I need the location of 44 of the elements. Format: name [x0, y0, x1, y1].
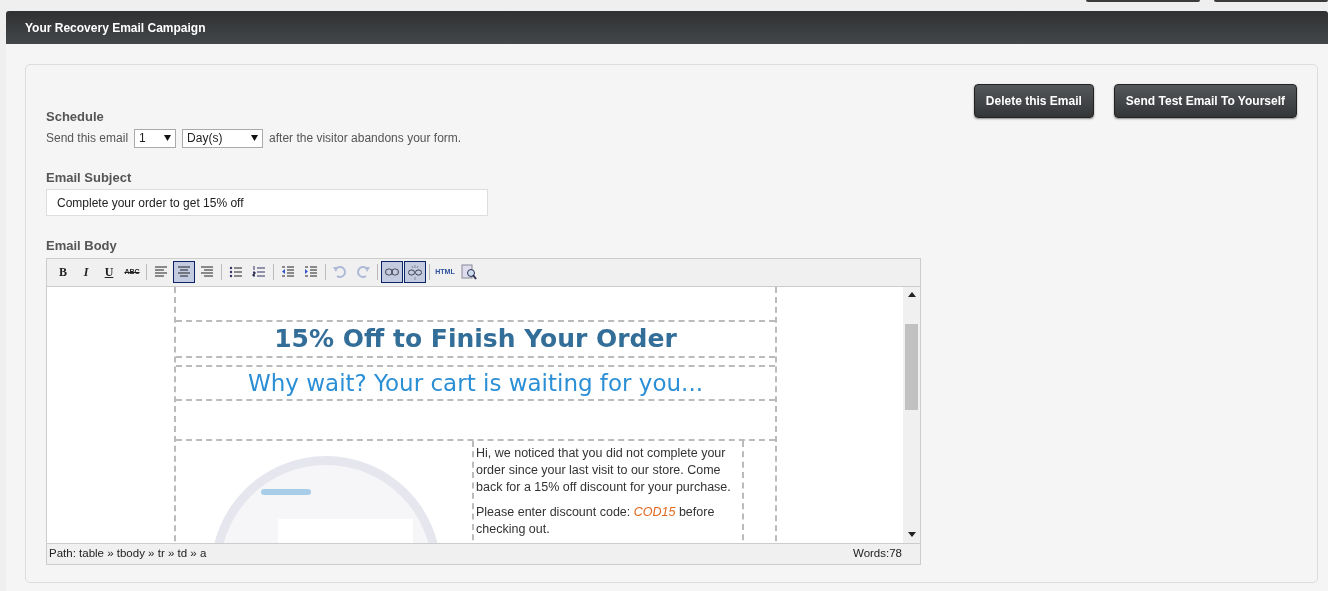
align-right-icon: [199, 264, 215, 280]
caret-icon: [164, 135, 172, 141]
unlink-icon: [407, 264, 423, 280]
select-field[interactable]: Day(s): [182, 128, 264, 148]
scrollbar[interactable]: [903, 286, 920, 543]
indent-icon: [303, 264, 319, 280]
section-heading: Schedule: [46, 108, 105, 126]
toolbar-button[interactable]: I: [75, 261, 97, 283]
email-paragraph: Hi, we noticed that you did not complete your order since your last visit to our store. Come back for a 15% off discount for your purchase.: [476, 444, 732, 496]
italic-icon: I: [83, 263, 89, 281]
section-heading: Email Subject: [46, 168, 133, 187]
bold-icon: B: [59, 263, 67, 281]
email-subheading: Why wait? Your cart is waiting for you...: [247, 368, 704, 398]
subject-field[interactable]: Complete your order to get 15% off: [46, 189, 488, 216]
redo-icon: [355, 264, 371, 280]
outdent-icon: [280, 264, 296, 280]
action-button[interactable]: Delete this Email: [973, 84, 1094, 118]
element-path: Path: table » tbody » tr » td » a: [49, 545, 207, 561]
field-label: after the visitor abandons your form.: [269, 130, 462, 147]
panel-title: Your Recovery Email Campaign: [6, 11, 1328, 44]
toolbar-button[interactable]: [381, 261, 403, 283]
magnifier-icon: [461, 264, 477, 280]
align-left-icon: [153, 264, 169, 280]
toolbar-button[interactable]: B: [52, 261, 74, 283]
action-button[interactable]: Send Test Email To Yourself: [1113, 84, 1297, 118]
field-label: Send this email: [46, 130, 129, 147]
section-heading: Email Body: [46, 237, 118, 255]
email-heading: 15% Off to Finish Your Order: [273, 322, 678, 355]
bullet-list-icon: [228, 264, 244, 280]
select-field[interactable]: 1: [134, 128, 177, 148]
scroll-up-icon[interactable]: [907, 291, 916, 298]
toolbar-button[interactable]: [404, 261, 426, 283]
button-edge[interactable]: [1214, 0, 1328, 2]
toolbar-button[interactable]: [173, 261, 195, 283]
underline-icon: U: [104, 263, 114, 281]
undo-icon: [332, 264, 348, 280]
toolbar-button[interactable]: U: [98, 261, 120, 283]
scroll-down-icon[interactable]: [907, 531, 916, 538]
numbered-list-icon: [251, 264, 267, 280]
align-center-icon: [176, 264, 192, 280]
email-paragraph: Please enter discount code: COD15 before checking out.: [476, 503, 716, 538]
caret-icon: [251, 135, 259, 141]
button-edge[interactable]: [1086, 0, 1200, 2]
word-count: Words:78: [853, 545, 902, 561]
